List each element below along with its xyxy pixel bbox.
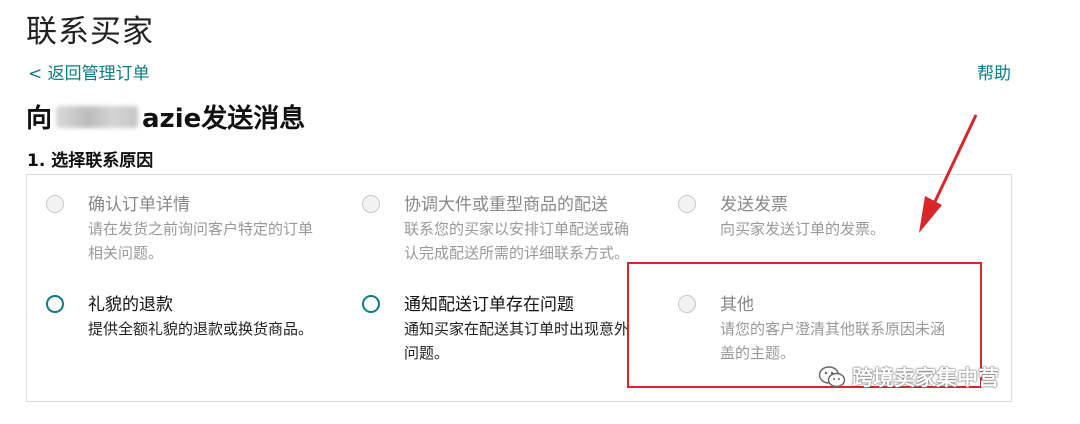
wechat-icon <box>818 366 846 388</box>
watermark-text: 跨境卖家集中营 <box>852 366 999 390</box>
annotation-arrow-icon <box>919 114 978 233</box>
watermark: 跨境卖家集中营 <box>818 362 999 392</box>
